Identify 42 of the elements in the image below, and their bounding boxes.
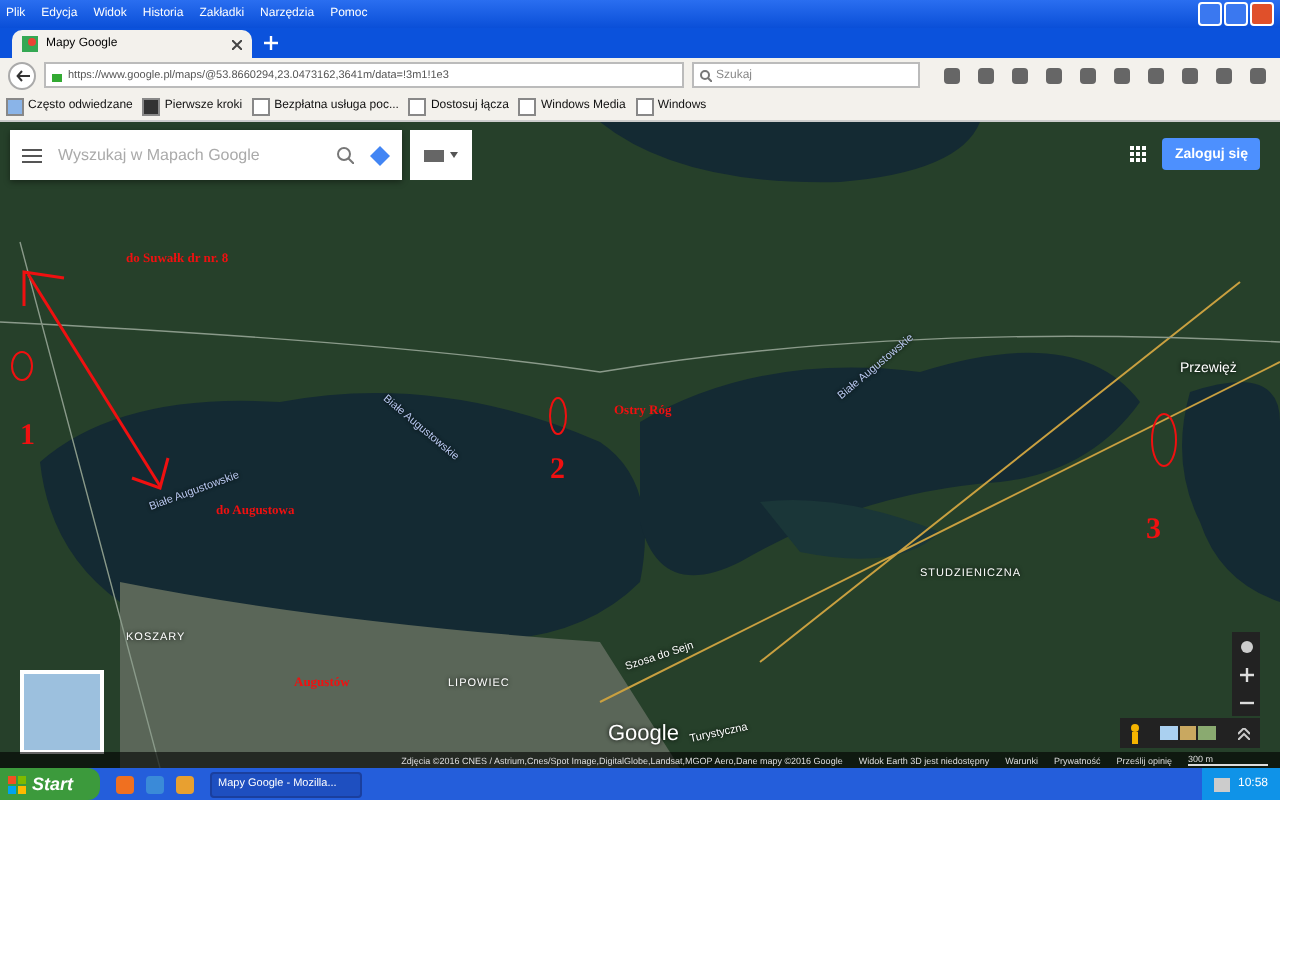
start-button[interactable]: Start	[0, 768, 100, 800]
lock-icon	[52, 69, 62, 81]
imagery-thumbnails-icon[interactable]	[1160, 726, 1217, 740]
toolbar-icon[interactable]	[1182, 67, 1198, 83]
toolbar-icon[interactable]	[978, 67, 994, 83]
close-button[interactable]	[1250, 2, 1274, 26]
map-type-thumbnail[interactable]	[20, 670, 104, 754]
search-icon[interactable]	[336, 146, 354, 164]
location-icon	[1239, 639, 1253, 653]
caret-icon	[450, 152, 458, 158]
toolbar-icon[interactable]	[1148, 67, 1164, 83]
back-arrow-icon	[15, 69, 29, 81]
minimize-button[interactable]	[1198, 2, 1222, 26]
close-icon[interactable]	[232, 39, 242, 49]
annotation-ellipse	[549, 397, 567, 435]
apps-grid-icon[interactable]	[1130, 146, 1148, 164]
annotation-number: 2	[550, 456, 565, 486]
toolbar-icon[interactable]	[1216, 67, 1232, 83]
restore-button[interactable]	[1224, 2, 1248, 26]
windows-logo-icon	[8, 775, 26, 793]
back-button[interactable]	[8, 61, 36, 89]
map-pin-icon	[22, 36, 38, 52]
input-tools-button[interactable]	[410, 130, 472, 180]
directions-icon[interactable]	[370, 145, 390, 165]
plus-icon[interactable]	[264, 36, 278, 50]
toolbar-icon[interactable]	[1080, 67, 1096, 83]
annotation-ellipse	[11, 351, 33, 381]
annotation-number: 1	[20, 422, 35, 452]
toolbar-icon[interactable]	[944, 67, 960, 83]
annotation-ellipse	[1151, 413, 1177, 467]
search-icon	[700, 69, 712, 81]
toolbar-icon[interactable]	[1114, 67, 1130, 83]
toolbar-icon[interactable]	[1012, 67, 1028, 83]
keyboard-icon	[424, 149, 444, 161]
chevron-up-icon[interactable]	[1237, 727, 1250, 739]
menu-icon[interactable]	[22, 147, 42, 163]
plus-icon	[1239, 667, 1253, 681]
annotation-number: 3	[1146, 516, 1161, 546]
toolbar-icon[interactable]	[1250, 67, 1266, 83]
toolbar-icon[interactable]	[1046, 67, 1062, 83]
google-logo: Google	[608, 722, 679, 746]
pegman-icon[interactable]	[1130, 723, 1141, 743]
